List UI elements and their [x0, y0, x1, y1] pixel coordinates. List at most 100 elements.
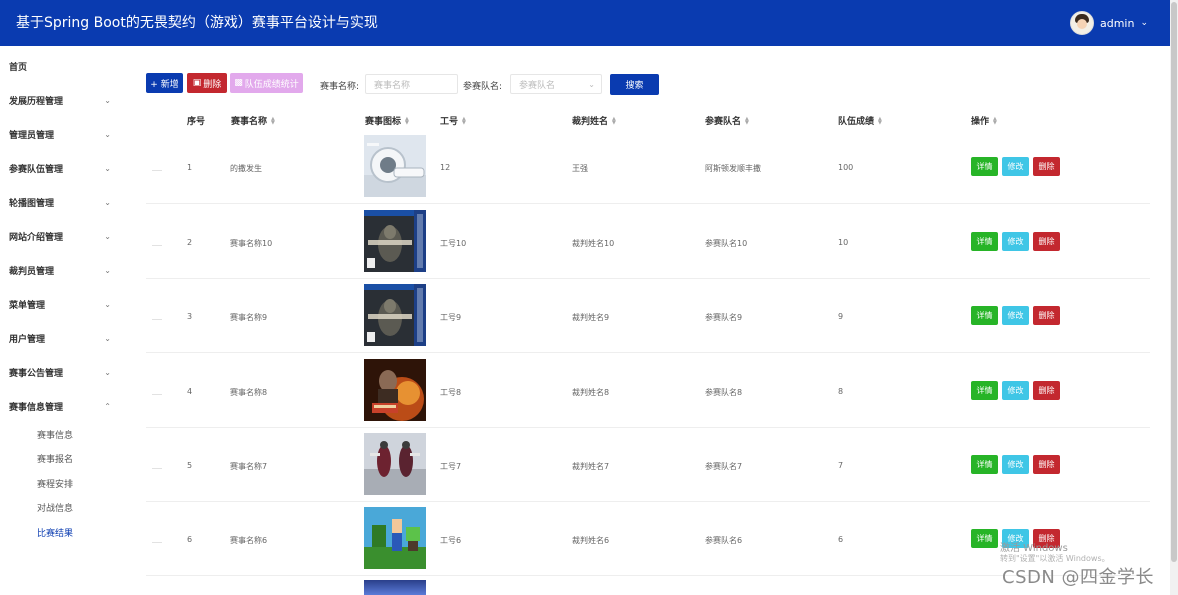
avatar[interactable]: [1069, 11, 1094, 35]
delete-button[interactable]: ▣ 删除: [187, 73, 227, 93]
row-checkbox[interactable]: [152, 468, 162, 469]
edit-button[interactable]: 修改: [1002, 232, 1029, 251]
sidebar-item-label: 用户管理: [9, 334, 46, 345]
column-header[interactable]: 参赛队名 ▲ ▼: [705, 114, 749, 127]
detail-button[interactable]: 详情: [971, 232, 998, 251]
detail-button[interactable]: 详情: [971, 157, 998, 176]
edit-button[interactable]: 修改: [1002, 381, 1029, 400]
column-header[interactable]: 队伍成绩 ▲ ▼: [838, 114, 882, 127]
edit-button[interactable]: 修改: [1002, 157, 1029, 176]
detail-button[interactable]: 详情: [971, 306, 998, 325]
sidebar-item-6[interactable]: 裁判员管理 ⌄: [9, 262, 111, 278]
chevron-down-icon: ⌄: [104, 265, 111, 275]
search-button[interactable]: 搜索: [610, 74, 659, 95]
sidebar-subitem[interactable]: 赛事信息: [37, 428, 73, 441]
detail-button[interactable]: 详情: [971, 381, 998, 400]
event-name-input[interactable]: 赛事名称: [365, 74, 458, 94]
username[interactable]: admin: [1100, 17, 1134, 30]
chevron-up-icon: ⌃: [104, 401, 111, 411]
chevron-down-icon: ⌄: [104, 333, 111, 343]
delete-button[interactable]: 删除: [1033, 157, 1060, 176]
table-row[interactable]: 2 赛事名称10 工号10 裁判姓名10 参赛队名10 10 详情 修改 删除: [146, 205, 1150, 279]
delete-button[interactable]: 删除: [1033, 232, 1060, 251]
row-checkbox[interactable]: [152, 170, 162, 171]
sidebar-item-8[interactable]: 用户管理 ⌄: [9, 330, 111, 346]
sidebar-item-2[interactable]: 管理员管理 ⌄: [9, 126, 111, 142]
row-checkbox[interactable]: [152, 542, 162, 543]
delete-button[interactable]: 删除: [1033, 306, 1060, 325]
sort-icon[interactable]: ▲ ▼: [745, 116, 749, 125]
sidebar-item-label: 裁判员管理: [9, 266, 55, 277]
cell-id: 工号8: [440, 388, 462, 397]
cell-no: 4: [187, 387, 193, 396]
team-name-label: 参赛队名:: [463, 82, 503, 92]
event-icon-image: [364, 507, 426, 569]
column-header[interactable]: 赛事名称 ▲ ▼: [231, 114, 275, 127]
delete-button[interactable]: 删除: [1033, 381, 1060, 400]
row-divider: [146, 352, 1150, 353]
chevron-down-icon: ⌄: [104, 299, 111, 309]
sort-icon[interactable]: ▲ ▼: [612, 116, 616, 125]
sidebar-item-4[interactable]: 轮播图管理 ⌄: [9, 194, 111, 210]
cell-team: 参赛队名7: [705, 462, 743, 471]
cell-judge: 裁判姓名8: [572, 388, 610, 397]
delete-button[interactable]: 删除: [1033, 455, 1060, 474]
table-row[interactable]: 4 赛事名称8 工号8 裁判姓名8 参赛队名8 8 详情 修改 删除: [146, 354, 1150, 428]
column-header[interactable]: 操作 ▲ ▼: [971, 114, 997, 127]
team-name-select[interactable]: 参赛队名 ⌄: [510, 74, 602, 94]
sidebar-item-10[interactable]: 赛事信息管理 ⌃: [9, 398, 111, 414]
vertical-scrollbar[interactable]: [1170, 0, 1178, 595]
edit-button[interactable]: 修改: [1002, 455, 1029, 474]
chevron-down-icon: ⌄: [104, 129, 111, 139]
chevron-down-icon: ⌄: [104, 95, 111, 105]
event-icon-image: [364, 359, 426, 421]
edit-button[interactable]: 修改: [1002, 306, 1029, 325]
column-header[interactable]: 裁判姓名 ▲ ▼: [572, 114, 616, 127]
sidebar-item-9[interactable]: 赛事公告管理 ⌄: [9, 364, 111, 380]
row-checkbox[interactable]: [152, 319, 162, 320]
cell-team: 参赛队名10: [705, 239, 748, 248]
table-row[interactable]: 3 赛事名称9 工号9 裁判姓名9 参赛队名9 9 详情 修改 删除: [146, 279, 1150, 353]
cell-no: 3: [187, 312, 193, 321]
cell-score: 100: [838, 163, 854, 172]
bar-chart-icon: ▩: [234, 78, 243, 88]
team-name-placeholder: 参赛队名: [519, 80, 556, 91]
sidebar-item-0[interactable]: 首页: [9, 58, 111, 74]
sidebar-item-1[interactable]: 发展历程管理 ⌄: [9, 92, 111, 108]
cell-id: 工号7: [440, 462, 462, 471]
team-stats-button[interactable]: ▩ 队伍成绩统计: [230, 73, 303, 93]
table-row[interactable]: 1 的撒发生 12 王强 阿斯顿发顺丰撒 100 详情 修改 删除: [146, 130, 1150, 204]
sort-icon[interactable]: ▲ ▼: [405, 116, 409, 125]
sort-icon[interactable]: ▲ ▼: [993, 116, 997, 125]
sort-icon[interactable]: ▲ ▼: [462, 116, 466, 125]
sidebar-subitem[interactable]: 赛事报名: [37, 452, 73, 465]
detail-button[interactable]: 详情: [971, 455, 998, 474]
sort-icon[interactable]: ▲ ▼: [878, 116, 882, 125]
chevron-down-icon: ⌄: [104, 197, 111, 207]
sort-icon[interactable]: ▲ ▼: [271, 116, 275, 125]
row-checkbox[interactable]: [152, 394, 162, 395]
row-divider: [146, 203, 1150, 204]
column-header-label: 赛事图标: [365, 117, 402, 127]
sidebar-item-3[interactable]: 参赛队伍管理 ⌄: [9, 160, 111, 176]
chevron-down-icon: ⌄: [104, 367, 111, 377]
chevron-down-icon[interactable]: ⌄: [1140, 18, 1148, 28]
row-checkbox[interactable]: [152, 245, 162, 246]
scrollbar-thumb[interactable]: [1171, 2, 1177, 562]
event-name-placeholder: 赛事名称: [374, 80, 411, 91]
sidebar-item-label: 赛事信息管理: [9, 402, 64, 413]
sidebar-subitem[interactable]: 比赛结果: [37, 526, 73, 539]
column-header[interactable]: 工号 ▲ ▼: [440, 114, 466, 127]
sidebar-subitem[interactable]: 对战信息: [37, 501, 73, 514]
user-menu[interactable]: admin ⌄: [1069, 11, 1148, 35]
sidebar-item-5[interactable]: 网站介绍管理 ⌄: [9, 228, 111, 244]
sidebar-item-7[interactable]: 菜单管理 ⌄: [9, 296, 111, 312]
detail-button[interactable]: 详情: [971, 529, 998, 548]
sidebar-subitem[interactable]: 赛程安排: [37, 477, 73, 490]
column-header[interactable]: 赛事图标 ▲ ▼: [365, 114, 409, 127]
cell-judge: 裁判姓名9: [572, 313, 610, 322]
table-row[interactable]: 5 赛事名称7 工号7 裁判姓名7 参赛队名7 7 详情 修改 删除: [146, 428, 1150, 502]
row-divider: [146, 575, 1150, 576]
cell-judge: 王强: [572, 164, 588, 173]
add-button[interactable]: + 新增: [146, 73, 183, 93]
